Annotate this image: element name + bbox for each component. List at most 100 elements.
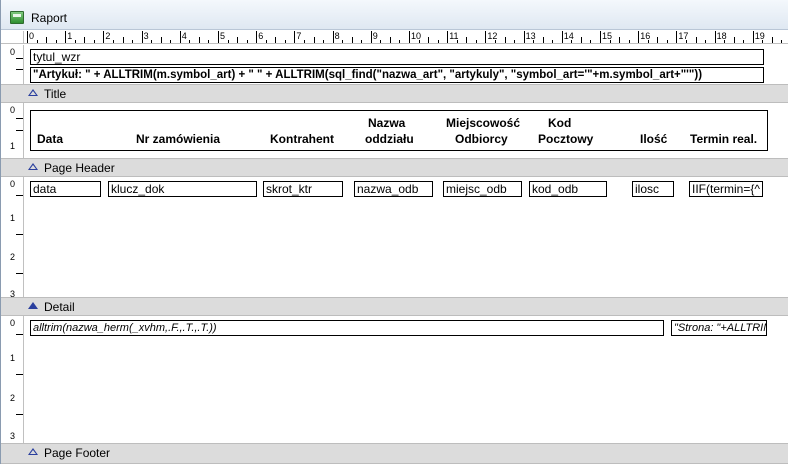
ruler-label: 2 [105, 31, 111, 41]
ruler-minor-tick [46, 37, 48, 43]
detail-field-termin[interactable]: IIF(termin={^ [689, 181, 763, 197]
ruler-minor-tick [170, 40, 172, 43]
ruler-minor-tick [265, 40, 267, 43]
ruler-minor-tick [590, 40, 592, 43]
col-head-nazwa[interactable]: Nazwa [368, 115, 405, 131]
report-icon [10, 11, 24, 24]
page-footer-section-label: Page Footer [44, 446, 111, 460]
ruler-minor-tick [122, 37, 124, 43]
detail-section-bar[interactable]: Detail [1, 297, 788, 316]
tytul-field[interactable]: tytul_wzr [30, 49, 764, 65]
ruler-major-tick [714, 31, 716, 43]
ruler-minor-tick [93, 40, 95, 43]
ruler-minor-tick [647, 40, 649, 43]
ruler-minor-tick [657, 37, 659, 43]
ruler-minor-tick [418, 40, 420, 43]
title-section-label: Title [44, 87, 67, 101]
title-band[interactable]: tytul_wzr "Artykuł: " + ALLTRIM(m.symbol… [24, 45, 788, 84]
ruler-major-tick [638, 31, 640, 43]
ruler-minor-tick [198, 37, 200, 43]
detail-field-klucz-dok[interactable]: klucz_dok [108, 181, 257, 197]
ruler-minor-tick [275, 37, 277, 43]
col-head-miejscowosc[interactable]: Miejscowość [446, 115, 520, 131]
ruler-major-tick [332, 31, 334, 43]
vertical-ruler-page-header: 0 1 [1, 103, 24, 158]
ruler-label: 0 [29, 31, 35, 41]
col-head-oddzialu[interactable]: oddziału [365, 131, 414, 147]
ruler-minor-tick [619, 37, 621, 43]
ruler-major-tick [218, 31, 219, 43]
ruler-minor-tick [685, 40, 687, 43]
ruler-minor-tick [84, 37, 86, 43]
col-head-kontrahent[interactable]: Kontrahent [270, 131, 334, 147]
detail-field-ilosc[interactable]: ilosc [632, 181, 674, 197]
ruler-minor-tick [504, 37, 506, 43]
page-footer-band[interactable]: alltrim(nazwa_herm(_xvhm,.F.,.T.,.T.)) "… [24, 316, 788, 443]
collapse-arrow-icon[interactable] [28, 448, 38, 455]
ruler-minor-tick [351, 37, 353, 43]
ruler-major-tick [485, 31, 487, 43]
ruler-label: 5 [220, 31, 226, 41]
col-head-odbiorcy[interactable]: Odbiorcy [455, 131, 508, 147]
ruler-minor-tick [781, 40, 783, 43]
col-head-ilosc[interactable]: Ilość [640, 131, 667, 147]
ruler-major-tick [179, 31, 181, 43]
ruler-minor-tick [666, 40, 668, 43]
ruler-label: 6 [258, 31, 264, 41]
page-header-section-label: Page Header [44, 161, 115, 175]
page-header-band[interactable]: Data Nr zamówienia Kontrahent Nazwa oddz… [24, 103, 788, 158]
ruler-label: 4 [181, 31, 187, 41]
ruler-minor-tick [762, 40, 764, 43]
detail-field-data[interactable]: data [30, 181, 101, 197]
ruler-major-tick [141, 31, 143, 43]
detail-field-nazwa-odb[interactable]: nazwa_odb [354, 181, 433, 197]
title-bar[interactable]: Raport [1, 0, 788, 30]
col-head-termin[interactable]: Termin real. [690, 131, 757, 147]
ruler-minor-tick [628, 40, 630, 43]
ruler-label: 3 [143, 31, 149, 41]
artykul-field[interactable]: "Artykuł: " + ALLTRIM(m.symbol_art) + " … [30, 67, 764, 83]
collapse-arrow-icon[interactable] [28, 163, 38, 170]
ruler-minor-tick [437, 40, 439, 43]
ruler-minor-tick [514, 40, 516, 43]
detail-field-kod-odb[interactable]: kod_odb [529, 181, 607, 197]
ruler-minor-tick [724, 40, 726, 43]
detail-field-miejsc-odb[interactable]: miejsc_odb [443, 181, 522, 197]
ruler-major-tick [561, 31, 563, 43]
footer-field-nazwa-herm[interactable]: alltrim(nazwa_herm(_xvhm,.F.,.T.,.T.)) [30, 320, 664, 336]
ruler-minor-tick [112, 40, 114, 43]
ruler-minor-tick [160, 37, 162, 43]
collapse-arrow-icon[interactable] [28, 89, 38, 96]
window-title: Raport [31, 11, 68, 25]
collapse-arrow-icon[interactable] [28, 302, 38, 309]
vertical-ruler-page-footer: 0 1 2 3 [1, 316, 24, 443]
page-header-section-bar[interactable]: Page Header [1, 158, 788, 177]
ruler-minor-tick [580, 37, 582, 43]
detail-band[interactable]: data klucz_dok skrot_ktr nazwa_odb miejs… [24, 177, 788, 297]
detail-field-skrot-ktr[interactable]: skrot_ktr [263, 181, 343, 197]
ruler-minor-tick [695, 37, 697, 43]
ruler-minor-tick [342, 40, 344, 43]
col-head-kod[interactable]: Kod [548, 115, 571, 131]
page-footer-section-bar[interactable]: Page Footer [1, 443, 788, 464]
ruler-minor-tick [151, 40, 153, 43]
report-designer-window: Raport 0 1 2 3 4 5 6 7 8 9 10 11 12 13 14 15 16 17 18 19 0 … [0, 0, 788, 464]
ruler-minor-tick [36, 40, 38, 43]
footer-field-strona[interactable]: "Strona: "+ALLTRIM [671, 320, 767, 336]
ruler-minor-tick [399, 40, 401, 43]
ruler-label: 8 [334, 31, 340, 41]
ruler-minor-tick [475, 40, 477, 43]
ruler-minor-tick [284, 40, 286, 43]
title-section-bar[interactable]: Title [1, 84, 788, 103]
ruler-minor-tick [380, 40, 382, 43]
ruler-minor-tick [456, 40, 458, 43]
ruler-minor-tick [361, 40, 363, 43]
ruler-major-tick [370, 31, 372, 43]
ruler-minor-tick [313, 37, 315, 43]
col-head-nr-zamowienia[interactable]: Nr zamówienia [136, 131, 220, 147]
col-head-data[interactable]: Data [37, 131, 63, 147]
ruler-minor-tick [733, 37, 735, 43]
col-head-pocztowy[interactable]: Pocztowy [538, 131, 593, 147]
ruler-minor-tick [227, 40, 229, 43]
ruler-minor-tick [771, 37, 773, 43]
